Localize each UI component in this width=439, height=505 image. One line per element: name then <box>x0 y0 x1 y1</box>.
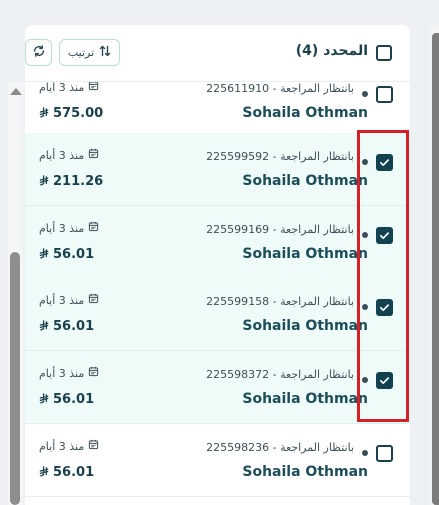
sort-button[interactable]: ترتيب <box>59 39 120 66</box>
customer-name: Sohaila Othman <box>242 464 368 480</box>
list-item[interactable]: بانتظار المراجعة - 225599592 Sohaila Othm… <box>25 133 410 206</box>
request-status-label: بانتظار المراجعة - 225599158 <box>206 295 354 308</box>
list-item[interactable]: بانتظار المراجعة - 225598372 Sohaila Othm… <box>25 351 410 424</box>
request-time: منذ 3 أيام <box>39 439 99 453</box>
row-checkbox[interactable] <box>376 86 393 103</box>
amount-value: 56.01 <box>53 319 95 334</box>
status-dot-icon <box>362 232 368 238</box>
request-time: منذ 3 أيام <box>39 221 99 235</box>
amount-value: 56.01 <box>53 465 95 480</box>
request-status-label: بانتظار المراجعة - 225599169 <box>206 223 354 236</box>
calendar-icon <box>88 293 99 307</box>
time-label: منذ 3 أيام <box>39 148 85 162</box>
status-dot-icon <box>362 91 368 97</box>
status-dot-icon <box>362 304 368 310</box>
calendar-icon <box>88 221 99 235</box>
customer-name: Sohaila Othman <box>242 391 368 407</box>
request-status-label: بانتظار المراجعة - 225599592 <box>206 150 354 163</box>
riyal-icon <box>39 465 50 480</box>
row-checkbox[interactable] <box>376 299 393 316</box>
riyal-icon <box>39 174 50 189</box>
amount-value: 575.00 <box>53 106 104 121</box>
request-status-label: بانتظار المراجعة - 225611910 <box>206 82 354 95</box>
customer-name: Sohaila Othman <box>242 173 368 189</box>
customer-name: Sohaila Othman <box>242 246 368 262</box>
time-label: منذ 3 أيام <box>39 80 85 94</box>
request-amount: 56.01 <box>39 247 94 262</box>
select-all-checkbox[interactable] <box>376 45 392 61</box>
riyal-icon <box>39 319 50 334</box>
amount-value: 211.26 <box>53 174 104 189</box>
request-amount: 56.01 <box>39 392 94 407</box>
list-item[interactable]: بانتظار المراجعة - 225598236 Sohaila Othm… <box>25 424 410 497</box>
row-checkbox[interactable] <box>376 445 393 462</box>
row-checkbox[interactable] <box>376 372 393 389</box>
request-time: منذ 3 أيام <box>39 148 99 162</box>
request-time: منذ 3 أيام <box>39 366 99 380</box>
right-scrollbar-thumb[interactable] <box>432 33 439 505</box>
status-dot-icon <box>362 159 368 165</box>
request-time: منذ 3 أيام <box>39 293 99 307</box>
list-scrollbar-thumb[interactable] <box>10 252 20 505</box>
request-amount: 211.26 <box>39 174 103 189</box>
list-item[interactable]: بانتظار المراجعة - 225599169 Sohaila Othm… <box>25 206 410 279</box>
check-icon <box>379 298 390 317</box>
selected-count-label: المحدد (4) <box>295 43 368 59</box>
sort-label: ترتيب <box>67 46 95 59</box>
calendar-icon <box>88 439 99 453</box>
status-dot-icon <box>362 450 368 456</box>
request-time: منذ 3 أيام <box>39 80 99 94</box>
panel-header: ترتيب المحدد (4) <box>25 25 410 82</box>
row-checkbox[interactable] <box>376 154 393 171</box>
riyal-icon <box>39 247 50 262</box>
row-checkbox[interactable] <box>376 227 393 244</box>
time-label: منذ 3 أيام <box>39 293 85 307</box>
request-status-label: بانتظار المراجعة - 225598372 <box>206 368 354 381</box>
calendar-icon <box>88 148 99 162</box>
time-label: منذ 3 أيام <box>39 366 85 380</box>
check-icon <box>379 153 390 172</box>
calendar-icon <box>88 366 99 380</box>
check-icon <box>379 226 390 245</box>
customer-name: Sohaila Othman <box>242 318 368 334</box>
selection-panel: بانتظار المراجعة - 225611910 Sohaila Othm… <box>25 25 410 505</box>
refresh-button[interactable] <box>25 39 52 66</box>
time-label: منذ 3 أيام <box>39 439 85 453</box>
time-label: منذ 3 أيام <box>39 221 85 235</box>
sort-arrows-icon <box>99 45 111 60</box>
list-item[interactable]: بانتظار المراجعة - 225599158 Sohaila Othm… <box>25 278 410 351</box>
check-icon <box>379 371 390 390</box>
amount-value: 56.01 <box>53 392 95 407</box>
riyal-icon <box>39 106 50 121</box>
amount-value: 56.01 <box>53 247 95 262</box>
status-dot-icon <box>362 377 368 383</box>
calendar-icon <box>88 80 99 94</box>
request-amount: 56.01 <box>39 465 94 480</box>
request-status-label: بانتظار المراجعة - 225598236 <box>206 441 354 454</box>
refresh-icon <box>32 43 46 62</box>
request-amount: 56.01 <box>39 319 94 334</box>
customer-name: Sohaila Othman <box>242 105 368 121</box>
riyal-icon <box>39 392 50 407</box>
scroll-up-arrow-icon[interactable] <box>10 88 22 95</box>
request-amount: 575.00 <box>39 106 103 121</box>
